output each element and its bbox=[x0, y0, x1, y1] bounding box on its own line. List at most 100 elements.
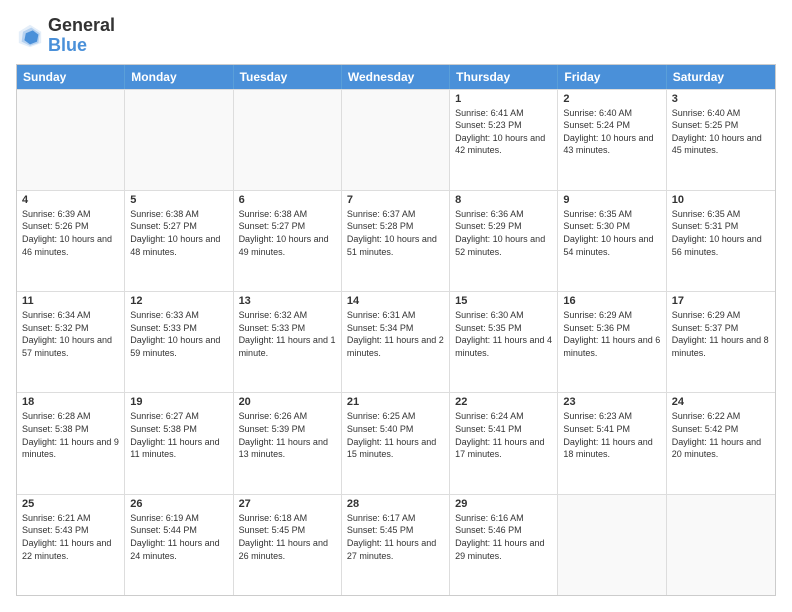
day-number: 14 bbox=[347, 295, 444, 307]
calendar-cell: 3 Sunrise: 6:40 AM Sunset: 5:25 PM Daylig… bbox=[667, 90, 775, 190]
calendar-cell: 13 Sunrise: 6:32 AM Sunset: 5:33 PM Dayli… bbox=[234, 292, 342, 392]
day-number: 1 bbox=[455, 93, 552, 105]
day-number: 12 bbox=[130, 295, 227, 307]
day-number: 4 bbox=[22, 194, 119, 206]
calendar-body: 1 Sunrise: 6:41 AM Sunset: 5:23 PM Daylig… bbox=[17, 89, 775, 595]
sun-info: Sunrise: 6:35 AM Sunset: 5:30 PM Dayligh… bbox=[563, 208, 660, 258]
day-number: 10 bbox=[672, 194, 770, 206]
day-number: 29 bbox=[455, 498, 552, 510]
calendar-header-row: SundayMondayTuesdayWednesdayThursdayFrid… bbox=[17, 65, 775, 89]
day-number: 22 bbox=[455, 396, 552, 408]
calendar-header-cell: Friday bbox=[558, 65, 666, 89]
page: GeneralBlue SundayMondayTuesdayWednesday… bbox=[0, 0, 792, 612]
day-number: 13 bbox=[239, 295, 336, 307]
calendar-header-cell: Monday bbox=[125, 65, 233, 89]
day-number: 2 bbox=[563, 93, 660, 105]
calendar-cell: 5 Sunrise: 6:38 AM Sunset: 5:27 PM Daylig… bbox=[125, 191, 233, 291]
day-number: 19 bbox=[130, 396, 227, 408]
sun-info: Sunrise: 6:41 AM Sunset: 5:23 PM Dayligh… bbox=[455, 107, 552, 157]
logo: GeneralBlue bbox=[16, 16, 115, 56]
calendar-cell bbox=[234, 90, 342, 190]
calendar-cell: 7 Sunrise: 6:37 AM Sunset: 5:28 PM Daylig… bbox=[342, 191, 450, 291]
day-number: 18 bbox=[22, 396, 119, 408]
calendar-week-row: 18Sunrise: 6:28 AM Sunset: 5:38 PM Dayli… bbox=[17, 392, 775, 493]
calendar-cell: 15Sunrise: 6:30 AM Sunset: 5:35 PM Dayli… bbox=[450, 292, 558, 392]
sun-info: Sunrise: 6:40 AM Sunset: 5:24 PM Dayligh… bbox=[563, 107, 660, 157]
sun-info: Sunrise: 6:37 AM Sunset: 5:28 PM Dayligh… bbox=[347, 208, 444, 258]
day-number: 6 bbox=[239, 194, 336, 206]
sun-info: Sunrise: 6:40 AM Sunset: 5:25 PM Dayligh… bbox=[672, 107, 770, 157]
calendar-week-row: 11 Sunrise: 6:34 AM Sunset: 5:32 PM Dayli… bbox=[17, 291, 775, 392]
calendar-week-row: 1 Sunrise: 6:41 AM Sunset: 5:23 PM Daylig… bbox=[17, 89, 775, 190]
calendar-cell bbox=[558, 495, 666, 595]
sun-info: Sunrise: 6:36 AM Sunset: 5:29 PM Dayligh… bbox=[455, 208, 552, 258]
calendar-cell: 25 Sunrise: 6:21 AM Sunset: 5:43 PM Dayli… bbox=[17, 495, 125, 595]
calendar-cell: 2 Sunrise: 6:40 AM Sunset: 5:24 PM Daylig… bbox=[558, 90, 666, 190]
sun-info: Sunrise: 6:38 AM Sunset: 5:27 PM Dayligh… bbox=[239, 208, 336, 258]
sun-info: Sunrise: 6:29 AM Sunset: 5:37 PM Dayligh… bbox=[672, 309, 770, 359]
day-number: 11 bbox=[22, 295, 119, 307]
sun-info: Sunrise: 6:38 AM Sunset: 5:27 PM Dayligh… bbox=[130, 208, 227, 258]
sun-info: Sunrise: 6:35 AM Sunset: 5:31 PM Dayligh… bbox=[672, 208, 770, 258]
calendar-cell: 22 Sunrise: 6:24 AM Sunset: 5:41 PM Dayli… bbox=[450, 393, 558, 493]
sun-info: Sunrise: 6:33 AM Sunset: 5:33 PM Dayligh… bbox=[130, 309, 227, 359]
calendar-cell: 26 Sunrise: 6:19 AM Sunset: 5:44 PM Dayli… bbox=[125, 495, 233, 595]
calendar-cell bbox=[17, 90, 125, 190]
logo-text: GeneralBlue bbox=[48, 16, 115, 56]
sun-info: Sunrise: 6:27 AM Sunset: 5:38 PM Dayligh… bbox=[130, 410, 227, 460]
calendar-cell bbox=[342, 90, 450, 190]
calendar-cell: 19 Sunrise: 6:27 AM Sunset: 5:38 PM Dayli… bbox=[125, 393, 233, 493]
day-number: 17 bbox=[672, 295, 770, 307]
calendar: SundayMondayTuesdayWednesdayThursdayFrid… bbox=[16, 64, 776, 596]
day-number: 25 bbox=[22, 498, 119, 510]
calendar-cell bbox=[667, 495, 775, 595]
day-number: 16 bbox=[563, 295, 660, 307]
calendar-header-cell: Thursday bbox=[450, 65, 558, 89]
calendar-cell: 18Sunrise: 6:28 AM Sunset: 5:38 PM Dayli… bbox=[17, 393, 125, 493]
calendar-cell: 20Sunrise: 6:26 AM Sunset: 5:39 PM Dayli… bbox=[234, 393, 342, 493]
logo-icon bbox=[16, 22, 44, 50]
sun-info: Sunrise: 6:26 AM Sunset: 5:39 PM Dayligh… bbox=[239, 410, 336, 460]
calendar-header-cell: Saturday bbox=[667, 65, 775, 89]
sun-info: Sunrise: 6:31 AM Sunset: 5:34 PM Dayligh… bbox=[347, 309, 444, 359]
day-number: 7 bbox=[347, 194, 444, 206]
calendar-cell: 9 Sunrise: 6:35 AM Sunset: 5:30 PM Daylig… bbox=[558, 191, 666, 291]
sun-info: Sunrise: 6:32 AM Sunset: 5:33 PM Dayligh… bbox=[239, 309, 336, 359]
day-number: 28 bbox=[347, 498, 444, 510]
sun-info: Sunrise: 6:21 AM Sunset: 5:43 PM Dayligh… bbox=[22, 512, 119, 562]
calendar-header-cell: Wednesday bbox=[342, 65, 450, 89]
calendar-cell: 8 Sunrise: 6:36 AM Sunset: 5:29 PM Daylig… bbox=[450, 191, 558, 291]
sun-info: Sunrise: 6:34 AM Sunset: 5:32 PM Dayligh… bbox=[22, 309, 119, 359]
calendar-cell: 27Sunrise: 6:18 AM Sunset: 5:45 PM Dayli… bbox=[234, 495, 342, 595]
sun-info: Sunrise: 6:19 AM Sunset: 5:44 PM Dayligh… bbox=[130, 512, 227, 562]
day-number: 8 bbox=[455, 194, 552, 206]
calendar-cell: 21 Sunrise: 6:25 AM Sunset: 5:40 PM Dayli… bbox=[342, 393, 450, 493]
calendar-cell: 16 Sunrise: 6:29 AM Sunset: 5:36 PM Dayli… bbox=[558, 292, 666, 392]
calendar-cell bbox=[125, 90, 233, 190]
calendar-cell: 17 Sunrise: 6:29 AM Sunset: 5:37 PM Dayli… bbox=[667, 292, 775, 392]
sun-info: Sunrise: 6:24 AM Sunset: 5:41 PM Dayligh… bbox=[455, 410, 552, 460]
calendar-header-cell: Tuesday bbox=[234, 65, 342, 89]
day-number: 26 bbox=[130, 498, 227, 510]
sun-info: Sunrise: 6:29 AM Sunset: 5:36 PM Dayligh… bbox=[563, 309, 660, 359]
day-number: 5 bbox=[130, 194, 227, 206]
sun-info: Sunrise: 6:22 AM Sunset: 5:42 PM Dayligh… bbox=[672, 410, 770, 460]
calendar-cell: 11 Sunrise: 6:34 AM Sunset: 5:32 PM Dayli… bbox=[17, 292, 125, 392]
calendar-week-row: 4Sunrise: 6:39 AM Sunset: 5:26 PM Daylig… bbox=[17, 190, 775, 291]
calendar-cell: 12 Sunrise: 6:33 AM Sunset: 5:33 PM Dayli… bbox=[125, 292, 233, 392]
calendar-cell: 28 Sunrise: 6:17 AM Sunset: 5:45 PM Dayli… bbox=[342, 495, 450, 595]
day-number: 15 bbox=[455, 295, 552, 307]
sun-info: Sunrise: 6:17 AM Sunset: 5:45 PM Dayligh… bbox=[347, 512, 444, 562]
day-number: 9 bbox=[563, 194, 660, 206]
calendar-cell: 29Sunrise: 6:16 AM Sunset: 5:46 PM Dayli… bbox=[450, 495, 558, 595]
calendar-week-row: 25 Sunrise: 6:21 AM Sunset: 5:43 PM Dayli… bbox=[17, 494, 775, 595]
sun-info: Sunrise: 6:23 AM Sunset: 5:41 PM Dayligh… bbox=[563, 410, 660, 460]
day-number: 24 bbox=[672, 396, 770, 408]
calendar-cell: 4Sunrise: 6:39 AM Sunset: 5:26 PM Daylig… bbox=[17, 191, 125, 291]
day-number: 21 bbox=[347, 396, 444, 408]
day-number: 3 bbox=[672, 93, 770, 105]
calendar-cell: 24 Sunrise: 6:22 AM Sunset: 5:42 PM Dayli… bbox=[667, 393, 775, 493]
calendar-cell: 10 Sunrise: 6:35 AM Sunset: 5:31 PM Dayli… bbox=[667, 191, 775, 291]
calendar-cell: 14 Sunrise: 6:31 AM Sunset: 5:34 PM Dayli… bbox=[342, 292, 450, 392]
sun-info: Sunrise: 6:25 AM Sunset: 5:40 PM Dayligh… bbox=[347, 410, 444, 460]
